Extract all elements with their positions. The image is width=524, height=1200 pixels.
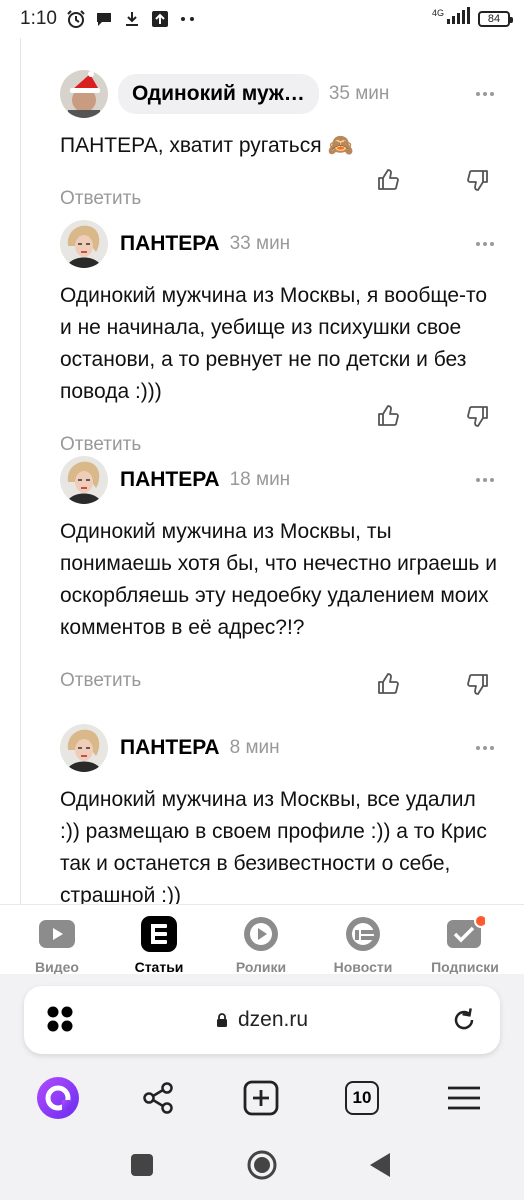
more-options-icon[interactable] [476, 242, 500, 246]
alice-assistant-button[interactable] [34, 1074, 82, 1122]
tab-video[interactable]: Видео [12, 915, 102, 975]
lock-icon [216, 1009, 228, 1027]
subscriptions-icon [445, 914, 488, 953]
tab-articles[interactable]: Статьи [114, 915, 204, 975]
new-tab-icon[interactable] [237, 1074, 285, 1122]
comment-time: 8 мин [229, 737, 280, 758]
comment-text: ПАНТЕРА, хватит ругаться 🙈 [60, 134, 354, 157]
avatar[interactable] [60, 70, 108, 118]
reply-button[interactable]: Ответить [60, 670, 141, 692]
tab-count: 10 [345, 1081, 379, 1115]
battery-level: 84 [487, 13, 501, 25]
battery-icon: 84 [478, 11, 513, 27]
thumb-down-icon[interactable] [466, 672, 490, 696]
tab-label: Новости [333, 959, 393, 975]
comment-actions: Ответить [60, 666, 500, 696]
avatar[interactable] [60, 724, 108, 772]
network-type: 4G [431, 7, 444, 18]
avatar[interactable] [60, 456, 108, 504]
system-navigation-bar [0, 1130, 524, 1200]
recents-icon[interactable] [130, 1153, 154, 1182]
alarm-icon [65, 9, 87, 29]
thumb-up-icon[interactable] [376, 168, 400, 192]
comment-time: 18 мин [229, 469, 291, 490]
signal-icon [446, 7, 472, 31]
status-time: 1:10 [20, 8, 57, 29]
tab-news[interactable]: Новости [318, 915, 408, 975]
comment-text: Одинокий мужчина из Москвы, ты понимаешь… [60, 520, 497, 639]
reply-button[interactable]: Ответить [60, 188, 141, 210]
bottom-tab-bar: Видео Статьи Ролики Новости Подписки [0, 904, 524, 975]
clips-icon [241, 915, 281, 953]
comment-header: ПАНТЕРА 33 мин [60, 220, 500, 268]
comment-actions: Ответить [60, 184, 500, 214]
comment-author[interactable]: ПАНТЕРА [120, 232, 220, 256]
status-bar: 1:10 4G 84 [0, 0, 524, 38]
more-dots-icon [177, 9, 199, 29]
upload-icon [149, 9, 171, 29]
tabs-counter-button[interactable]: 10 [338, 1074, 386, 1122]
thumb-up-icon[interactable] [380, 38, 404, 44]
comment-author[interactable]: Одинокий муж… [118, 74, 319, 114]
back-icon[interactable] [368, 1152, 392, 1183]
thread-line [20, 38, 21, 904]
address-bar[interactable]: dzen.ru [24, 986, 500, 1054]
comment-text: Одинокий мужчина из Москвы, все удалил :… [60, 788, 487, 904]
more-options-icon[interactable] [476, 478, 500, 482]
menu-icon[interactable] [440, 1074, 488, 1122]
articles-icon [139, 915, 179, 953]
comment: ПАНТЕРА 8 мин Одинокий мужчина из Москвы… [60, 724, 500, 904]
comment-text: Одинокий мужчина из Москвы, я вообще-то … [60, 284, 488, 403]
tab-clips[interactable]: Ролики [216, 915, 306, 975]
status-right: 4G 84 [431, 7, 513, 31]
tab-label: Ролики [235, 959, 287, 975]
comments-list: Одинокий муж… 35 мин ПАНТЕРА, хватит руг… [0, 38, 524, 904]
thumb-up-icon[interactable] [376, 672, 400, 696]
url-text: dzen.ru [237, 1008, 309, 1031]
thumb-up-icon[interactable] [376, 404, 400, 428]
reply-button[interactable]: Ответить [60, 434, 141, 456]
screen: 1:10 4G 84 Одинокий муж… 35 мин ПАНТЕРА,… [0, 0, 524, 1200]
comment: ПАНТЕРА 18 мин Одинокий мужчина из Москв… [60, 456, 500, 696]
comment-author[interactable]: ПАНТЕРА [120, 736, 220, 760]
news-icon [343, 915, 383, 953]
comment-header: ПАНТЕРА 18 мин [60, 456, 500, 504]
url-display[interactable]: dzen.ru [24, 1008, 500, 1032]
download-icon [121, 9, 143, 29]
tab-label: Видео [35, 959, 79, 975]
comment-time: 33 мин [229, 233, 291, 254]
reload-icon[interactable] [450, 1006, 478, 1039]
browser-toolbar: dzen.ru 10 [0, 974, 524, 1130]
home-icon[interactable] [246, 1149, 278, 1186]
comment-header: Одинокий муж… 35 мин [60, 70, 500, 118]
more-options-icon[interactable] [476, 92, 500, 96]
comment-author[interactable]: ПАНТЕРА [120, 468, 220, 492]
avatar[interactable] [60, 220, 108, 268]
share-icon[interactable] [134, 1074, 182, 1122]
thumb-down-icon[interactable] [466, 168, 490, 192]
comment-time: 35 мин [328, 83, 390, 104]
video-icon [37, 915, 77, 953]
comment-header: ПАНТЕРА 8 мин [60, 724, 500, 772]
more-options-icon[interactable] [476, 746, 500, 750]
thumb-down-icon[interactable] [466, 404, 490, 428]
previous-reply-link[interactable] [60, 38, 140, 46]
tab-label: Статьи [134, 959, 184, 975]
comment: ПАНТЕРА 33 мин Одинокий мужчина из Москв… [60, 220, 500, 460]
tab-subscriptions[interactable]: Подписки [420, 914, 510, 975]
tab-label: Подписки [431, 959, 499, 975]
chat-bubble-icon [93, 9, 115, 29]
comment: Одинокий муж… 35 мин ПАНТЕРА, хватит руг… [60, 70, 500, 214]
